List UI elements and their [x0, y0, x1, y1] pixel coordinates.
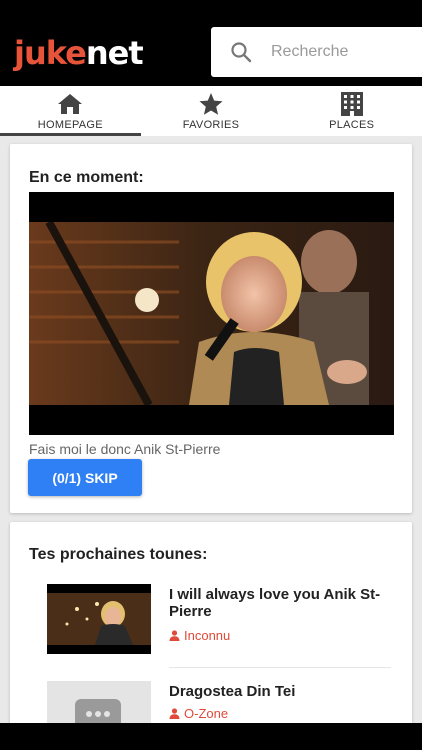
queue-heading: Tes prochaines tounes: — [29, 546, 208, 563]
now-playing-title: Fais moi le donc Anik St-Pierre — [29, 441, 221, 457]
search-icon[interactable] — [211, 41, 271, 63]
song-title: I will always love you Anik St-Pierre — [169, 586, 381, 620]
skip-button[interactable]: (0/1) SKIP — [28, 459, 142, 496]
tab-homepage-label: HOMEPAGE — [37, 118, 103, 131]
user-icon — [169, 708, 180, 719]
main-content[interactable]: En ce moment: Fais moi le donc Anik St-P… — [0, 136, 422, 723]
tab-homepage[interactable]: HOMEPAGE — [0, 86, 141, 136]
song-thumbnail — [47, 681, 151, 723]
tab-favories[interactable]: FAVORIES — [141, 86, 282, 136]
song-artist: O-Zone — [169, 706, 394, 721]
logo-text-part1: juke — [14, 34, 87, 72]
video-player[interactable] — [29, 192, 394, 435]
home-icon — [57, 92, 83, 116]
tab-places[interactable]: PLACES — [281, 86, 422, 136]
song-info: I will always love you Anik St-Pierre In… — [169, 586, 394, 643]
star-icon — [198, 92, 224, 116]
queue-card: Tes prochaines tounes: I will always lov… — [10, 522, 412, 723]
song-artist-name: Inconnu — [184, 628, 231, 643]
tab-favories-label: FAVORIES — [182, 118, 240, 131]
tab-places-label: PLACES — [329, 118, 375, 131]
now-playing-card: En ce moment: Fais moi le donc Anik St-P… — [10, 144, 412, 513]
list-divider — [169, 667, 391, 668]
tab-bar: HOMEPAGE FAVORIES PLACES — [0, 86, 422, 136]
user-icon — [169, 630, 180, 641]
top-bar: juke net — [0, 0, 422, 86]
video-frame-image — [29, 222, 394, 405]
bottom-bar — [0, 723, 422, 750]
song-thumbnail — [47, 584, 151, 654]
song-info: Dragostea Din Tei O-Zone — [169, 683, 394, 721]
search-bar[interactable] — [211, 27, 422, 77]
song-title: Dragostea Din Tei — [169, 683, 296, 700]
now-playing-heading: En ce moment: — [29, 169, 144, 186]
search-input[interactable] — [271, 43, 411, 61]
song-artist: Inconnu — [169, 628, 394, 643]
song-artist-name: O-Zone — [184, 706, 229, 721]
logo-text-part2: net — [85, 34, 144, 72]
building-icon — [340, 91, 363, 116]
jukenet-logo[interactable]: juke net — [14, 34, 144, 78]
